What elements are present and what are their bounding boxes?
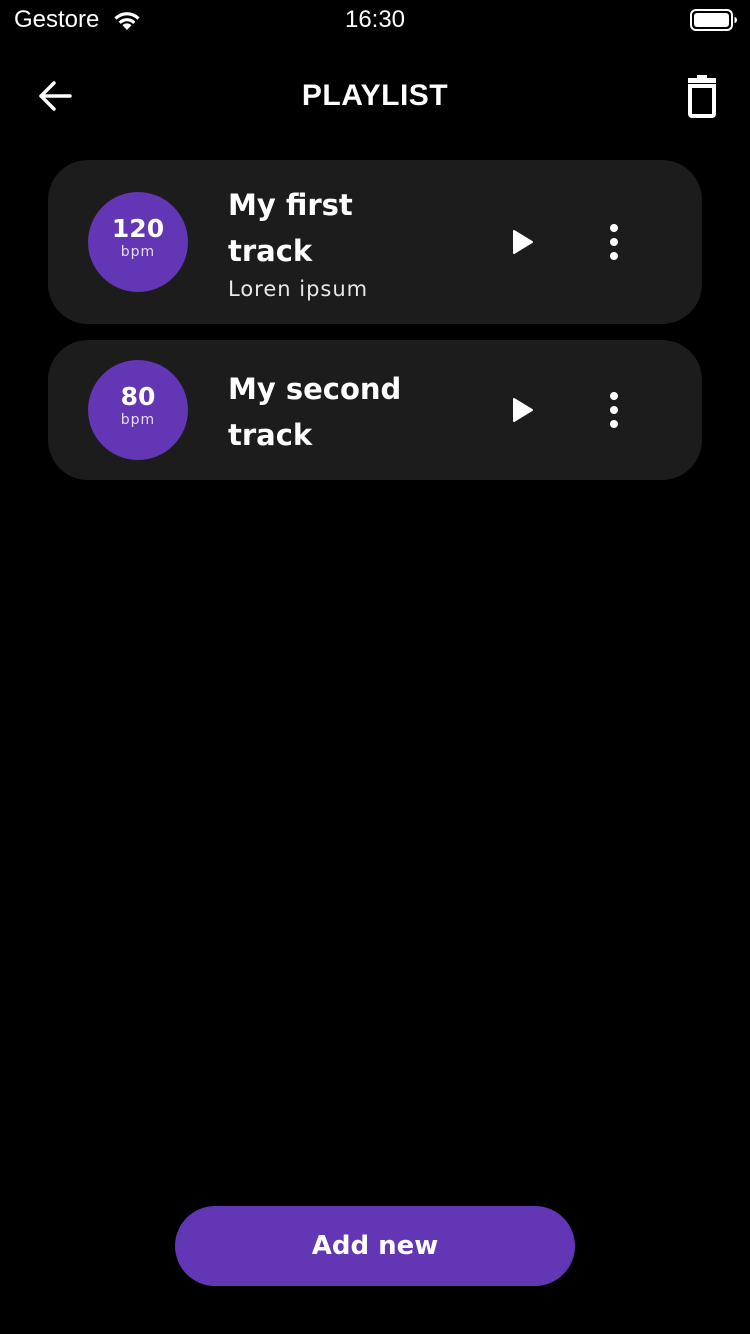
track-info: My first track Loren ipsum [228, 182, 488, 304]
status-time: 16:30 [344, 6, 406, 33]
track-title-line: track [228, 234, 313, 268]
header: PLAYLIST [0, 60, 750, 132]
bpm-value: 120 [111, 214, 165, 243]
bpm-badge: 80 bpm [88, 360, 188, 460]
play-icon [513, 398, 533, 422]
bpm-unit: bpm [120, 244, 156, 260]
bpm-badge: 120 bpm [88, 192, 188, 292]
track-subtitle: Loren ipsum [228, 277, 369, 301]
track-title: My first track [228, 182, 488, 274]
trash-icon [688, 75, 716, 118]
track-title-line: track [228, 418, 313, 452]
status-bar: Gestore 16:30 [0, 0, 750, 40]
delete-playlist-button[interactable] [680, 72, 724, 120]
bpm-value: 80 [120, 382, 156, 411]
battery-icon [690, 9, 737, 31]
track-title-line: My second [228, 372, 402, 406]
track-title-line: My first [228, 188, 353, 222]
add-new-button[interactable]: Add new [175, 1206, 575, 1286]
bpm-unit: bpm [120, 412, 156, 428]
play-button[interactable] [500, 220, 544, 264]
track-title: My second track [228, 366, 488, 458]
track-info: My second track [228, 366, 488, 458]
more-options-button[interactable] [596, 220, 632, 264]
play-icon [513, 230, 533, 254]
track-card[interactable]: 80 bpm My second track [48, 340, 702, 480]
track-card[interactable]: 120 bpm My first track Loren ipsum [48, 160, 702, 324]
play-button[interactable] [500, 388, 544, 432]
more-options-button[interactable] [596, 388, 632, 432]
more-vertical-icon [610, 392, 618, 428]
track-list: 120 bpm My first track Loren ipsum 80 bp… [48, 160, 702, 496]
more-vertical-icon [610, 224, 618, 260]
page-title: PLAYLIST [301, 79, 449, 112]
